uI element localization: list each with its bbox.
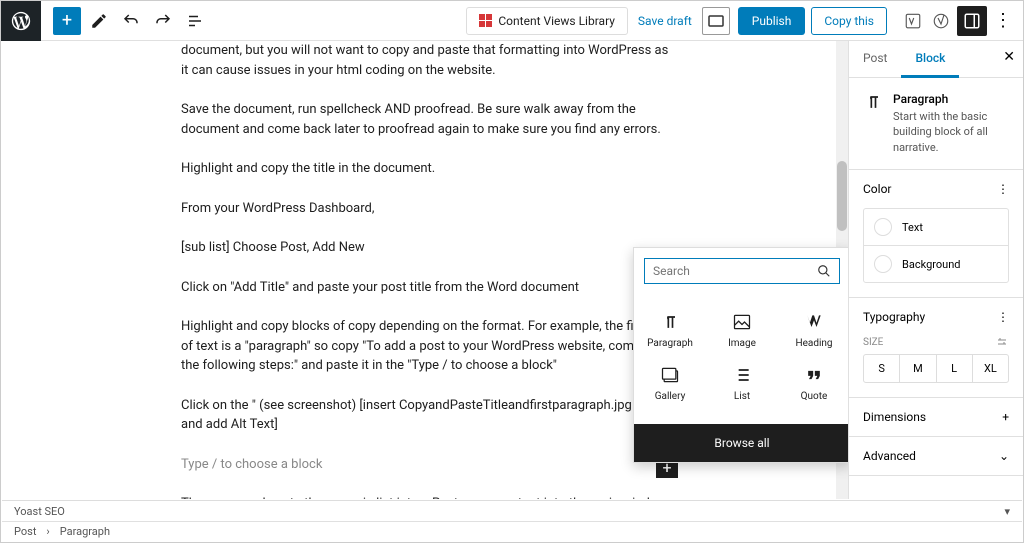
editor-canvas[interactable]: document, but you will not want to copy … [1,41,848,499]
paragraph-block[interactable]: Then copy and paste the numeric list int… [181,494,678,499]
add-block-button[interactable]: + [53,7,81,35]
plugin-icon-1[interactable] [901,9,925,33]
preview-button[interactable] [702,7,730,35]
paragraph-block[interactable]: document, but you will not want to copy … [181,41,678,80]
size-s-button[interactable]: S [864,355,900,382]
typography-panel-header[interactable]: Typography ⋮ [849,298,1023,336]
inserter-image[interactable]: Image [706,304,778,357]
close-sidebar-icon[interactable]: ✕ [1003,49,1015,65]
advanced-panel: Advanced ⌄ [849,437,1023,476]
size-xl-button[interactable]: XL [973,355,1008,382]
size-settings-icon[interactable] [995,336,1009,348]
size-m-button[interactable]: M [900,355,936,382]
paragraph-placeholder[interactable]: Type / to choose a block [181,455,678,475]
search-icon [817,264,831,278]
inserter-paragraph[interactable]: Paragraph [634,304,706,357]
breadcrumb-post[interactable]: Post [14,525,36,538]
block-inserter-popover: Paragraph Image Heading Gallery List Quo… [633,247,848,463]
typography-panel: Typography ⋮ Size S M L XL [849,298,1023,398]
editor-content: document, but you will not want to copy … [181,41,678,499]
paragraph-block[interactable]: Save the document, run spellcheck AND pr… [181,100,678,139]
publish-button[interactable]: Publish [738,7,806,35]
panel-options-icon[interactable]: ⋮ [997,310,1009,324]
caret-down-icon: ▾ [1004,505,1010,518]
paragraph-block[interactable]: From your WordPress Dashboard, [181,199,678,219]
block-description: Start with the basic building block of a… [893,109,1009,155]
main-area: document, but you will not want to copy … [1,41,1023,499]
color-swatch [874,255,892,273]
content-views-library-button[interactable]: Content Views Library [466,7,628,35]
font-size-row: Size [849,336,1023,354]
color-swatch [874,218,892,236]
block-breadcrumb: Post › Paragraph [2,521,1022,541]
more-options-icon[interactable]: ⋮ [991,6,1015,36]
inserter-search-input[interactable] [653,264,817,278]
yoast-seo-panel[interactable]: Yoast SEO ▾ [2,500,1022,522]
copy-this-button[interactable]: Copy this [811,7,887,35]
paragraph-block[interactable]: Highlight and copy the title in the docu… [181,159,678,179]
paragraph-block[interactable]: Click on the " (see screenshot) [insert … [181,396,678,435]
size-l-button[interactable]: L [937,355,973,382]
plus-icon[interactable]: + [1002,410,1009,424]
breadcrumb-separator: › [46,525,49,538]
inserter-quote[interactable]: Quote [778,357,848,410]
edit-tool-icon[interactable] [85,7,113,35]
dimensions-panel: Dimensions + [849,398,1023,437]
wp-logo[interactable] [1,1,41,41]
yoast-icon[interactable] [929,9,953,33]
tab-block[interactable]: Block [901,41,959,78]
background-color-option[interactable]: Background [863,245,1009,283]
redo-icon[interactable] [149,7,177,35]
color-panel: Color ⋮ Text Background [849,170,1023,298]
advanced-panel-header[interactable]: Advanced ⌄ [849,437,1023,475]
paragraph-block[interactable]: Click on "Add Title" and paste your post… [181,278,678,298]
content-views-icon [479,14,492,27]
dimensions-panel-header[interactable]: Dimensions + [849,398,1023,436]
top-toolbar: + Content Views Library Save draft Publi… [1,1,1023,41]
undo-icon[interactable] [117,7,145,35]
paragraph-block[interactable]: [sub list] Choose Post, Add New [181,238,678,258]
font-size-options: S M L XL [863,354,1009,383]
scrollbar-thumb[interactable] [837,161,847,231]
tab-post[interactable]: Post [849,41,901,77]
content-views-label: Content Views Library [498,14,615,28]
inserter-search[interactable] [644,258,840,284]
document-outline-icon[interactable] [181,7,209,35]
inserter-gallery[interactable]: Gallery [634,357,706,410]
sidebar-tabs: Post Block ✕ [849,41,1023,78]
color-panel-header[interactable]: Color ⋮ [849,170,1023,208]
breadcrumb-paragraph[interactable]: Paragraph [60,525,110,538]
save-draft-link[interactable]: Save draft [638,14,692,28]
inserter-block-grid: Paragraph Image Heading Gallery List Quo… [634,294,848,424]
panel-options-icon[interactable]: ⋮ [997,182,1009,196]
paragraph-icon [863,92,883,112]
text-color-option[interactable]: Text [863,208,1009,245]
settings-sidebar-toggle[interactable] [957,6,987,36]
chevron-down-icon[interactable]: ⌄ [999,449,1009,463]
paragraph-block[interactable]: Highlight and copy blocks of copy depend… [181,317,678,376]
settings-sidebar: Post Block ✕ Paragraph Start with the ba… [848,41,1023,499]
browse-all-button[interactable]: Browse all [634,424,848,462]
inserter-list[interactable]: List [706,357,778,410]
block-name: Paragraph [893,92,1009,106]
block-info: Paragraph Start with the basic building … [849,78,1023,170]
inserter-heading[interactable]: Heading [778,304,848,357]
